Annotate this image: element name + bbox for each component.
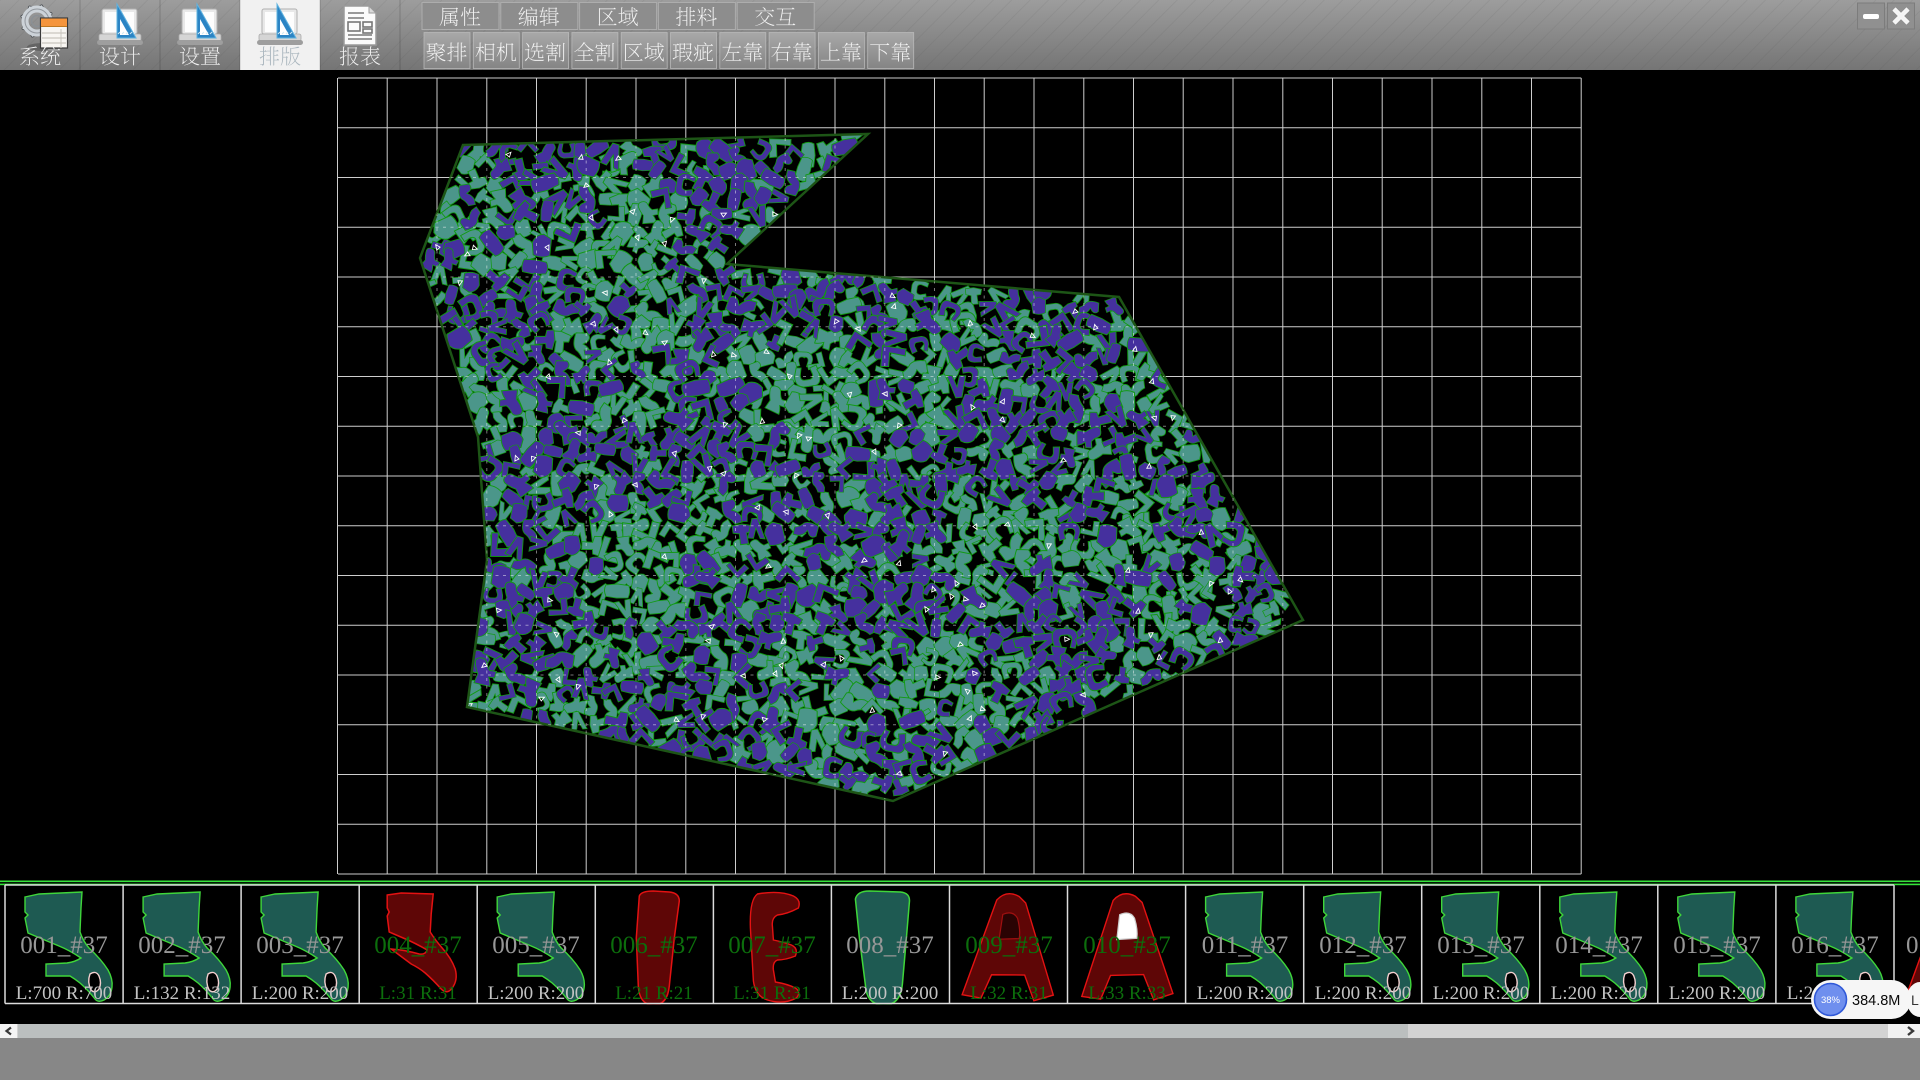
svg-text:002_#37: 002_#37 xyxy=(138,932,226,959)
svg-text:L:200 R:200: L:200 R:200 xyxy=(1551,983,1648,1004)
svg-text:L:200 R:200: L:200 R:200 xyxy=(842,983,939,1004)
svg-text:L:132 R:132: L:132 R:132 xyxy=(134,983,231,1004)
svg-text:015_#37: 015_#37 xyxy=(1673,932,1761,959)
svg-text:L:31 R:31: L:31 R:31 xyxy=(733,983,811,1004)
svg-text:006_#37: 006_#37 xyxy=(610,932,698,959)
svg-text:L:700 R:700: L:700 R:700 xyxy=(16,983,113,1004)
svg-text:012_#37: 012_#37 xyxy=(1319,932,1407,959)
svg-text:L:200 R:200: L:200 R:200 xyxy=(1315,983,1412,1004)
svg-text:L:200 R:200: L:200 R:200 xyxy=(1433,983,1530,1004)
svg-text:004_#37: 004_#37 xyxy=(374,932,462,959)
svg-text:L:200 R:200: L:200 R:200 xyxy=(252,983,349,1004)
svg-text:001_#37: 001_#37 xyxy=(20,932,108,959)
svg-text:003_#37: 003_#37 xyxy=(256,932,344,959)
svg-text:008_#37: 008_#37 xyxy=(846,932,934,959)
svg-text:L:21 R:21: L:21 R:21 xyxy=(615,983,693,1004)
svg-text:009_#37: 009_#37 xyxy=(965,932,1053,959)
svg-text:010_#37: 010_#37 xyxy=(1083,932,1171,959)
svg-text:L:32 R:31: L:32 R:31 xyxy=(970,983,1048,1004)
svg-text:0: 0 xyxy=(1906,932,1919,959)
svg-text:L:200 R:200: L:200 R:200 xyxy=(1669,983,1766,1004)
svg-text:38%: 38% xyxy=(1821,995,1841,1006)
svg-text:L:200 R:200: L:200 R:200 xyxy=(488,983,585,1004)
svg-text:007_#37: 007_#37 xyxy=(728,932,816,959)
svg-text:005_#37: 005_#37 xyxy=(492,932,580,959)
svg-text:L:: L: xyxy=(1911,992,1920,1008)
svg-text:011_#37: 011_#37 xyxy=(1202,932,1289,959)
svg-text:L:200 R:200: L:200 R:200 xyxy=(1197,983,1294,1004)
svg-text:384.8M: 384.8M xyxy=(1852,993,1900,1009)
svg-text:014_#37: 014_#37 xyxy=(1555,932,1643,959)
svg-text:013_#37: 013_#37 xyxy=(1437,932,1525,959)
svg-text:016_#37: 016_#37 xyxy=(1791,932,1879,959)
svg-text:L:31 R:31: L:31 R:31 xyxy=(379,983,457,1004)
svg-text:L:33 R:33: L:33 R:33 xyxy=(1088,983,1166,1004)
